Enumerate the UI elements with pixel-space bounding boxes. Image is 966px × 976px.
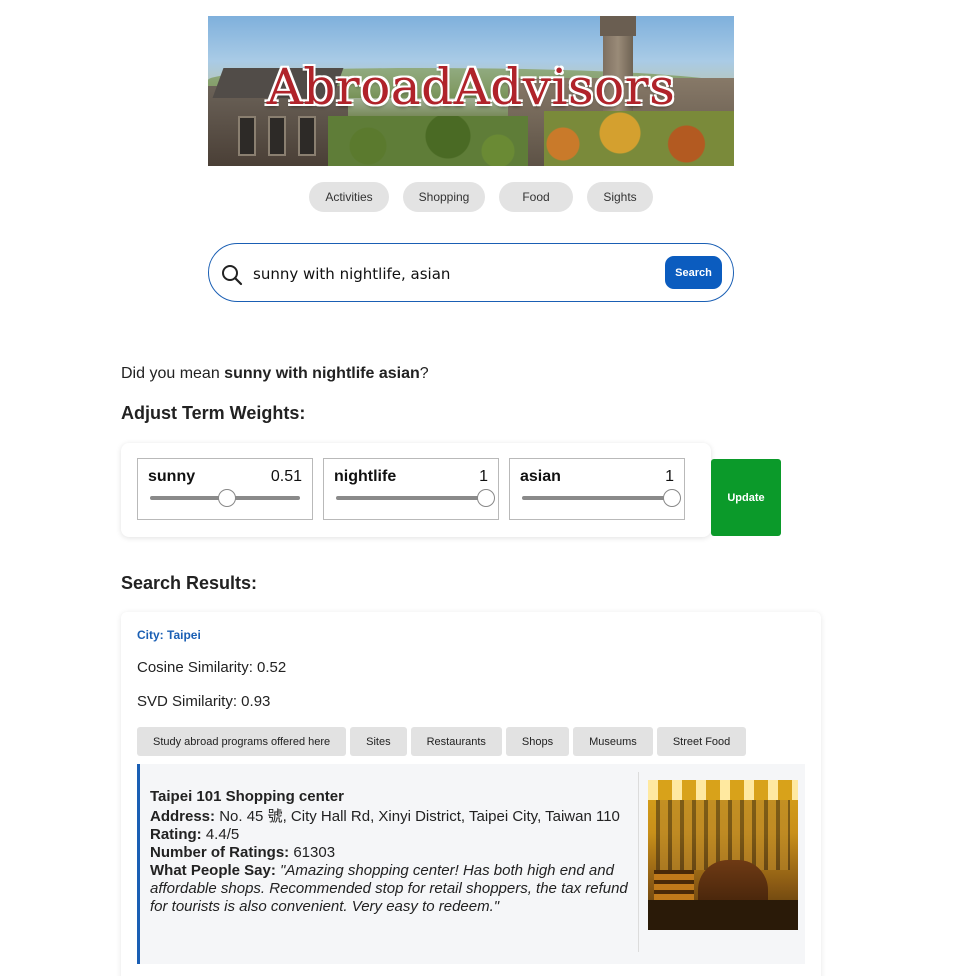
place-rating: Rating: 4.4/5 [150, 826, 240, 843]
search-bar: Search [208, 243, 734, 302]
place-info: Taipei 101 Shopping center Address: No. … [150, 788, 628, 916]
category-activities[interactable]: Activities [309, 182, 389, 212]
category-sights[interactable]: Sights [587, 182, 653, 212]
tab-shops[interactable]: Shops [505, 727, 570, 756]
weight-slider-thumb[interactable] [663, 489, 681, 507]
search-icon [222, 265, 243, 286]
update-weights-button[interactable]: Update [711, 459, 781, 536]
place-photo [648, 780, 798, 930]
tab-sites[interactable]: Sites [350, 727, 407, 756]
cosine-similarity: Cosine Similarity: 0.52 [137, 659, 287, 676]
divider [638, 772, 639, 952]
weight-card-sunny: sunny 0.51 [137, 458, 313, 520]
search-button[interactable]: Search [665, 256, 722, 289]
search-results-heading: Search Results: [121, 573, 258, 593]
result-tabs: Study abroad programs offered here Sites… [137, 727, 747, 756]
tab-museums[interactable]: Museums [573, 727, 653, 756]
tab-study-abroad-programs[interactable]: Study abroad programs offered here [137, 727, 347, 756]
weight-value: 1 [665, 468, 674, 485]
spelling-suggestion: Did you mean sunny with nightlife asian? [121, 365, 429, 382]
place-review: What People Say: "Amazing shopping cente… [150, 862, 628, 915]
term-weights-heading: Adjust Term Weights: [121, 403, 306, 423]
weight-slider-track[interactable] [336, 496, 486, 500]
weight-slider-track[interactable] [522, 496, 672, 500]
site-banner: AbroadAdvisors [208, 16, 734, 166]
weight-card-asian: asian 1 [509, 458, 685, 520]
tab-restaurants[interactable]: Restaurants [410, 727, 502, 756]
city-result-card: City: Taipei Cosine Similarity: 0.52 SVD… [121, 612, 821, 976]
svd-similarity: SVD Similarity: 0.93 [137, 693, 271, 710]
place-item: Taipei 101 Shopping center Address: No. … [137, 764, 805, 964]
category-food[interactable]: Food [499, 182, 573, 212]
weight-label: nightlife [334, 468, 397, 485]
weight-value: 1 [479, 468, 488, 485]
city-name: City: Taipei [137, 628, 201, 642]
weight-label: asian [520, 468, 561, 485]
category-shopping[interactable]: Shopping [403, 182, 485, 212]
term-weights-panel: sunny 0.51 nightlife 1 asian 1 [121, 443, 711, 537]
tab-street-food[interactable]: Street Food [656, 727, 747, 756]
place-num-ratings: Number of Ratings: 61303 [150, 844, 336, 861]
place-name: Taipei 101 Shopping center [150, 788, 344, 805]
place-address: Address: No. 45 號, City Hall Rd, Xinyi D… [150, 808, 620, 825]
weight-label: sunny [148, 468, 196, 485]
suggested-query-link[interactable]: sunny with nightlife asian [224, 365, 420, 382]
weight-card-nightlife: nightlife 1 [323, 458, 499, 520]
weight-slider-thumb[interactable] [218, 489, 237, 507]
weight-slider-thumb[interactable] [477, 489, 495, 507]
category-nav: Activities Shopping Food Sights [0, 182, 966, 212]
weight-value: 0.51 [270, 468, 302, 485]
search-input[interactable] [253, 260, 653, 288]
site-logo-title: AbroadAdvisors [266, 58, 676, 116]
